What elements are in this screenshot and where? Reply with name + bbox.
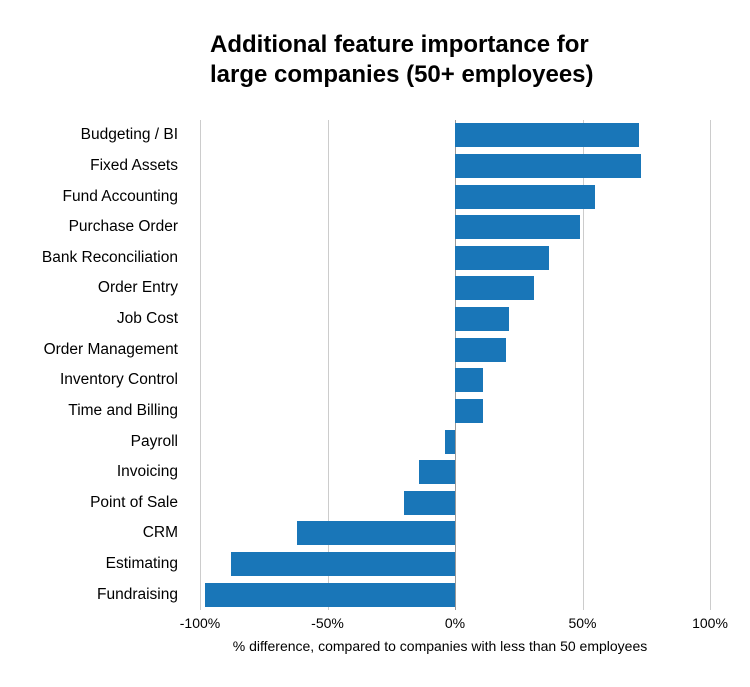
y-tick-label: Point of Sale bbox=[0, 495, 190, 511]
x-tick-label: -50% bbox=[311, 615, 344, 631]
x-tick-label: -100% bbox=[180, 615, 220, 631]
y-tick-label: Order Entry bbox=[0, 280, 190, 296]
x-axis-caption: % difference, compared to companies with… bbox=[0, 638, 750, 654]
bar bbox=[455, 185, 595, 209]
x-tick-label: 50% bbox=[568, 615, 596, 631]
y-tick-label: Estimating bbox=[0, 556, 190, 572]
bar bbox=[455, 307, 509, 331]
bar bbox=[404, 491, 455, 515]
bar bbox=[455, 123, 639, 147]
bar bbox=[455, 276, 534, 300]
x-tick-label: 0% bbox=[445, 615, 465, 631]
y-tick-label: Bank Reconciliation bbox=[0, 250, 190, 266]
grid-line bbox=[710, 120, 711, 610]
y-tick-label: Job Cost bbox=[0, 311, 190, 327]
bar bbox=[445, 430, 455, 454]
x-tick-label: 100% bbox=[692, 615, 728, 631]
y-tick-label: CRM bbox=[0, 525, 190, 541]
bars-layer bbox=[200, 120, 710, 610]
chart-title-line1: Additional feature importance for bbox=[210, 31, 589, 58]
bar bbox=[455, 215, 580, 239]
bar bbox=[455, 338, 506, 362]
y-tick-label: Order Management bbox=[0, 342, 190, 358]
chart-title: Additional feature importance for large … bbox=[210, 30, 730, 90]
y-tick-label: Budgeting / BI bbox=[0, 127, 190, 143]
chart-title-line2: large companies (50+ employees) bbox=[210, 61, 594, 88]
bar bbox=[297, 521, 455, 545]
y-tick-label: Time and Billing bbox=[0, 403, 190, 419]
bar bbox=[205, 583, 455, 607]
y-tick-label: Fixed Assets bbox=[0, 158, 190, 174]
y-tick-label: Inventory Control bbox=[0, 372, 190, 388]
y-tick-label: Fund Accounting bbox=[0, 189, 190, 205]
y-tick-label: Invoicing bbox=[0, 464, 190, 480]
y-tick-label: Fundraising bbox=[0, 587, 190, 603]
bar bbox=[455, 368, 483, 392]
y-tick-label: Purchase Order bbox=[0, 219, 190, 235]
plot-area bbox=[200, 120, 710, 610]
y-tick-label: Payroll bbox=[0, 434, 190, 450]
bar bbox=[231, 552, 455, 576]
bar bbox=[455, 246, 549, 270]
bar bbox=[419, 460, 455, 484]
bar bbox=[455, 399, 483, 423]
bar bbox=[455, 154, 641, 178]
